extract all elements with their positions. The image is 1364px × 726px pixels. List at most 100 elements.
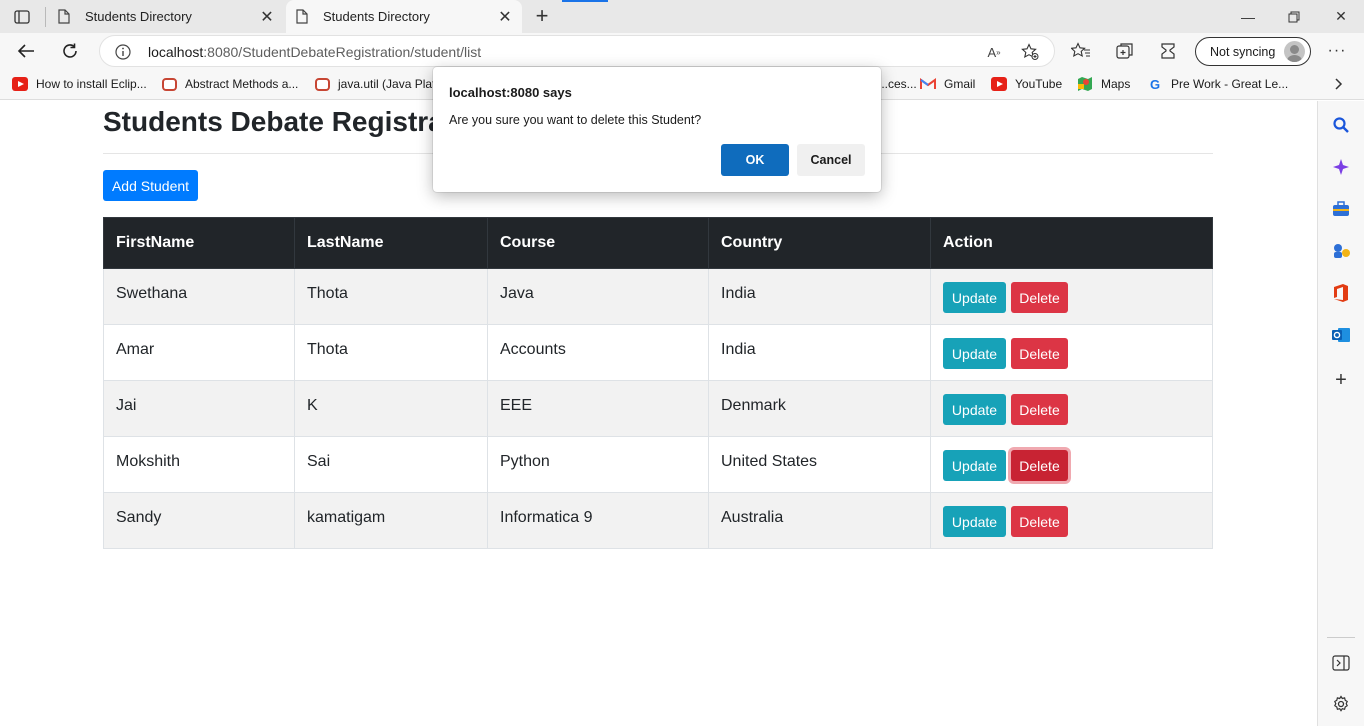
cell-lastname: Thota (294, 324, 488, 381)
table-row: Mokshith Sai Python United States Update… (103, 436, 1213, 493)
address-bar[interactable]: localhost:8080/StudentDebateRegistration… (99, 35, 1055, 67)
cell-course: Java (487, 268, 709, 325)
avatar (1284, 41, 1305, 62)
browser-window: Students Directory ✕ Students Directory … (0, 0, 1364, 726)
bookmark-item[interactable]: Maps (1077, 75, 1130, 93)
table-row: Amar Thota Accounts India Update Delete (103, 324, 1213, 381)
url-host: localhost (148, 44, 204, 60)
url-path: :8080/StudentDebateRegistration/student/… (203, 44, 482, 60)
tab-title: Students Directory (323, 9, 430, 24)
site-info-icon[interactable] (114, 43, 132, 61)
minimize-icon[interactable]: — (1225, 0, 1271, 33)
delete-button[interactable]: Delete (1011, 450, 1068, 481)
tools-briefcase-icon[interactable] (1330, 198, 1352, 220)
maps-icon (1077, 77, 1093, 91)
bookmark-label: Abstract Methods a... (185, 77, 299, 91)
close-tab-icon[interactable]: ✕ (256, 6, 278, 28)
oracle-icon (315, 77, 330, 91)
table-row: Jai K EEE Denmark Update Delete (103, 380, 1213, 437)
cell-lastname: Thota (294, 268, 488, 325)
great-learning-icon: G (1149, 76, 1161, 92)
refresh-icon[interactable] (56, 37, 84, 65)
tab-students-directory-1[interactable]: Students Directory ✕ (48, 0, 284, 33)
delete-button[interactable]: Delete (1011, 282, 1068, 313)
table-row: Sandy kamatigam Informatica 9 Australia … (103, 492, 1213, 549)
bookmark-item[interactable]: How to install Eclip... (12, 75, 147, 93)
extension-icon[interactable] (1156, 39, 1180, 63)
hide-sidebar-icon[interactable] (1330, 652, 1352, 674)
office-icon[interactable] (1330, 282, 1352, 304)
cell-lastname: K (294, 380, 488, 437)
tab-actions-icon[interactable] (10, 7, 34, 27)
bookmark-item[interactable]: java.util (Java Platf (315, 75, 439, 93)
bookmark-item[interactable]: G Pre Work - Great Le... (1147, 75, 1288, 93)
bookmark-label: Pre Work - Great Le... (1171, 77, 1289, 91)
bookmark-item[interactable]: Gmail (920, 75, 975, 93)
back-icon[interactable] (12, 37, 40, 65)
cell-action: Update Delete (930, 324, 1213, 381)
header-country: Country (708, 217, 931, 269)
update-button[interactable]: Update (943, 338, 1006, 369)
close-window-icon[interactable]: ✕ (1318, 0, 1364, 33)
update-button[interactable]: Update (943, 394, 1006, 425)
add-sidebar-app-icon[interactable]: + (1330, 369, 1352, 391)
search-icon[interactable] (1330, 114, 1352, 136)
delete-button[interactable]: Delete (1011, 394, 1068, 425)
header-firstname: FirstName (103, 217, 295, 269)
cell-firstname: Amar (103, 324, 295, 381)
update-button[interactable]: Update (943, 506, 1006, 537)
read-aloud-icon[interactable]: A» (984, 42, 1004, 62)
add-favorite-icon[interactable] (1020, 42, 1040, 62)
more-options-icon[interactable]: ··· (1326, 40, 1348, 62)
favorites-icon[interactable] (1069, 39, 1093, 63)
add-student-button[interactable]: Add Student (103, 170, 198, 201)
youtube-icon (12, 77, 28, 91)
tab-title: Students Directory (85, 9, 192, 24)
cell-firstname: Sandy (103, 492, 295, 549)
restore-icon[interactable] (1271, 0, 1317, 33)
cell-course: Informatica 9 (487, 492, 709, 549)
close-tab-icon[interactable]: ✕ (494, 6, 516, 28)
edge-sidebar: + (1317, 101, 1364, 726)
collections-icon[interactable] (1113, 39, 1137, 63)
update-button[interactable]: Update (943, 450, 1006, 481)
confirm-dialog: localhost:8080 says Are you sure you wan… (433, 67, 881, 192)
delete-button[interactable]: Delete (1011, 338, 1068, 369)
bookmark-item[interactable]: YouTube (991, 75, 1062, 93)
outlook-icon[interactable] (1330, 324, 1352, 346)
copilot-sparkle-icon[interactable] (1330, 156, 1352, 178)
cell-course: Accounts (487, 324, 709, 381)
table-header-row: FirstName LastName Course Country Action (103, 217, 1213, 269)
students-table: FirstName LastName Course Country Action… (103, 217, 1213, 549)
bookmark-item[interactable]: Abstract Methods a... (162, 75, 298, 93)
chevron-right-icon[interactable] (1331, 75, 1347, 93)
bookmark-label: YouTube (1015, 77, 1063, 91)
cancel-button[interactable]: Cancel (797, 144, 865, 176)
url-text: localhost:8080/StudentDebateRegistration… (148, 44, 481, 60)
bookmark-label: How to install Eclip... (36, 77, 147, 91)
new-tab-icon[interactable]: + (530, 3, 554, 28)
cell-country: Australia (708, 492, 931, 549)
sidebar-divider (1327, 637, 1355, 638)
bookmark-label: Maps (1101, 77, 1131, 91)
tab-students-directory-2[interactable]: Students Directory ✕ (286, 0, 522, 33)
bookmark-label: java.util (Java Platf (338, 77, 439, 91)
gmail-icon (920, 77, 936, 91)
header-lastname: LastName (294, 217, 488, 269)
bookmark-item[interactable]: ...ces... (878, 75, 917, 93)
settings-gear-icon[interactable] (1330, 693, 1352, 715)
update-button[interactable]: Update (943, 282, 1006, 313)
profile-sync-button[interactable]: Not syncing (1195, 37, 1311, 66)
cell-country: Denmark (708, 380, 931, 437)
page-content: Students Debate Registration Add Student… (0, 101, 1317, 726)
cell-course: EEE (487, 380, 709, 437)
cell-action: Update Delete (930, 436, 1213, 493)
cell-action: Update Delete (930, 380, 1213, 437)
ok-button[interactable]: OK (721, 144, 789, 176)
delete-button[interactable]: Delete (1011, 506, 1068, 537)
tab-indicator (562, 0, 608, 2)
cell-action: Update Delete (930, 492, 1213, 549)
bookmark-label: ...ces... (878, 77, 917, 91)
cell-firstname: Jai (103, 380, 295, 437)
games-icon[interactable] (1330, 240, 1352, 262)
